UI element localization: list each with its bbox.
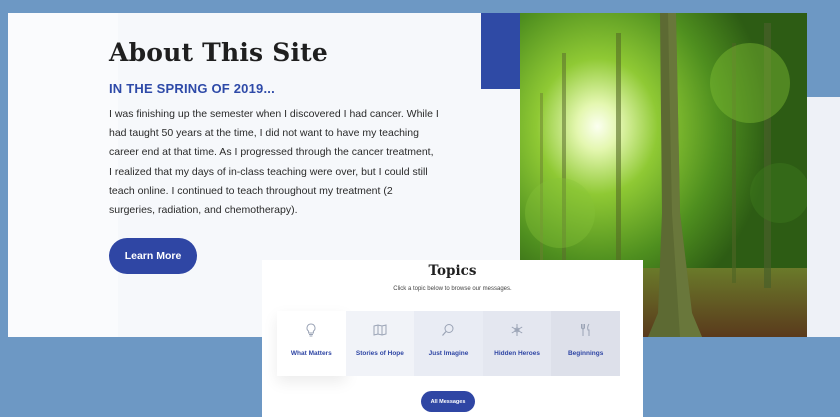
search-icon [414, 323, 483, 337]
topics-section: Topics Click a topic below to browse our… [262, 260, 643, 417]
topics-grid: What Matters Stories of Hope Just Imagin… [277, 311, 620, 376]
topic-label: Stories of Hope [355, 350, 404, 357]
accent-block [481, 13, 520, 89]
topic-hidden-heroes[interactable]: Hidden Heroes [482, 311, 552, 376]
snowflake-icon [483, 323, 552, 337]
about-title: About This Site [109, 38, 329, 67]
about-body-text: I was finishing up the semester when I d… [109, 108, 439, 217]
lightbulb-icon [277, 323, 346, 337]
topics-subtitle: Click a topic below to browse our messag… [393, 286, 512, 292]
about-subtitle: IN THE SPRING OF 2019... [109, 81, 275, 96]
about-left-fade [8, 13, 118, 337]
topic-label: Just Imagine [428, 350, 469, 357]
topic-stories-of-hope[interactable]: Stories of Hope [345, 311, 415, 376]
topic-beginnings[interactable]: Beginnings [551, 311, 620, 376]
map-icon [346, 323, 415, 337]
right-panel-card [807, 97, 840, 337]
topic-what-matters[interactable]: What Matters [277, 311, 346, 376]
topic-label: Hidden Heroes [494, 350, 541, 357]
topic-label: What Matters [290, 350, 332, 357]
all-messages-button[interactable]: All Messages [421, 391, 475, 412]
topics-title: Topics [428, 263, 477, 279]
learn-more-button[interactable]: Learn More [109, 238, 197, 274]
right-panel [807, 13, 840, 337]
topic-just-imagine[interactable]: Just Imagine [414, 311, 483, 376]
topic-label: Beginnings [567, 350, 604, 357]
utensils-icon [551, 323, 620, 337]
